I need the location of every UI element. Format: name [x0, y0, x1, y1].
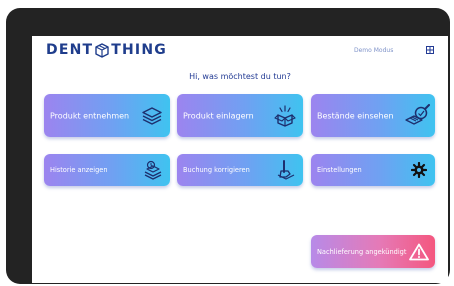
hand-correct-icon — [277, 160, 295, 180]
delivery-announced-button[interactable]: Nachlieferung angekündigt — [311, 235, 435, 268]
show-history-label: Historie anzeigen — [50, 166, 108, 174]
store-product-label: Produkt einlagern — [183, 111, 254, 120]
greeting-heading: Hi, was möchtest du tun? — [189, 72, 291, 81]
demo-mode-label: Demo Modus — [354, 47, 394, 54]
view-inventory-button[interactable]: Bestände einsehen — [311, 94, 435, 137]
settings-button[interactable]: Einstellungen — [311, 154, 435, 186]
app-screen: DENT THING Demo Modus Hi, was möchtest d… — [32, 36, 448, 283]
inventory-scan-icon — [405, 103, 430, 125]
correct-booking-label: Buchung korrigieren — [183, 166, 250, 174]
store-product-button[interactable]: Produkt einlagern — [177, 94, 303, 137]
show-history-button[interactable]: Historie anzeigen — [44, 154, 170, 186]
delivery-announced-label: Nachlieferung angekündigt — [317, 247, 407, 256]
settings-label: Einstellungen — [317, 166, 362, 174]
correct-booking-button[interactable]: Buchung korrigieren — [177, 154, 303, 186]
gear-icon — [411, 162, 427, 178]
brand-text-left: DENT — [46, 42, 94, 58]
brand-logo: DENT THING — [46, 42, 167, 58]
view-inventory-label: Bestände einsehen — [317, 111, 394, 120]
brand-text-right: THING — [111, 42, 167, 58]
grid-menu-icon[interactable] — [426, 46, 434, 54]
warning-icon — [409, 243, 429, 260]
open-box-icon — [274, 104, 296, 127]
take-product-label: Produkt entnehmen — [50, 111, 130, 120]
box-logo-icon — [95, 42, 109, 58]
take-product-button[interactable]: Produkt entnehmen — [44, 94, 170, 137]
layers-icon — [142, 106, 162, 125]
history-stack-icon — [144, 160, 162, 180]
tablet-frame: DENT THING Demo Modus Hi, was möchtest d… — [6, 8, 450, 284]
